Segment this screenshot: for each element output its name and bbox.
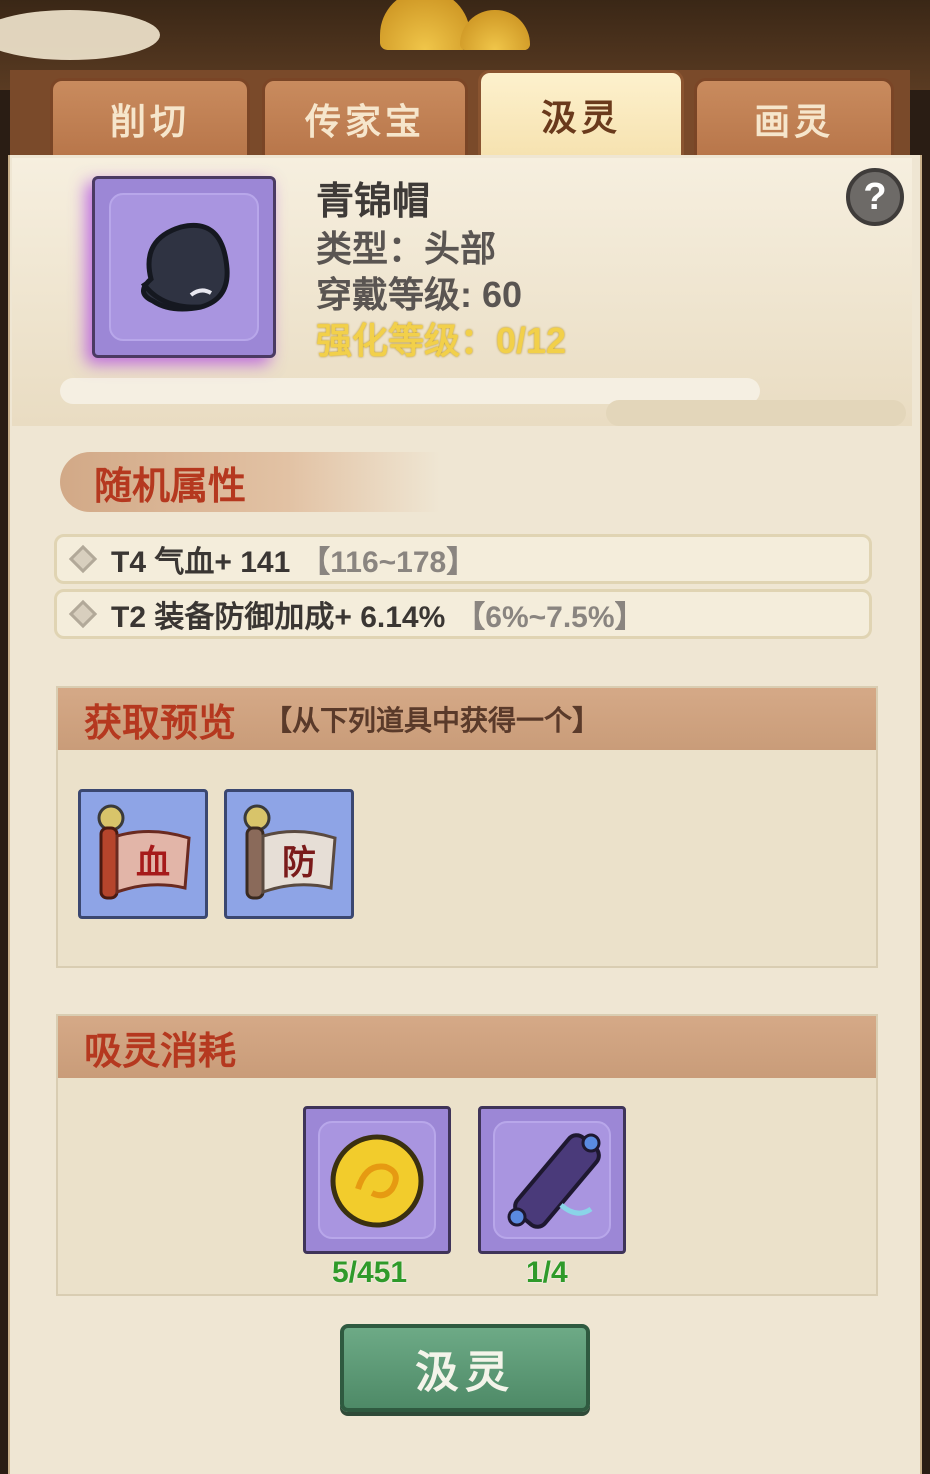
attribute-row: T2 装备防御加成+ 6.14% 【6%~7.5%】 <box>54 589 872 639</box>
ginkgo-leaf-decoration <box>380 0 470 50</box>
preview-title: 获取预览 <box>84 702 237 745</box>
preview-header: 获取预览 【从下列道具中获得一个】 <box>58 688 876 750</box>
defense-scroll-icon: 防 <box>243 804 337 900</box>
cost-item-slot[interactable] <box>478 1106 626 1254</box>
item-type: 类型：头部 <box>316 228 497 269</box>
tab-heirloom[interactable]: 传家宝 <box>262 78 468 156</box>
attribute-text: T4 气血+ 141 <box>111 546 291 579</box>
item-enhance-level: 强化等级：0/12 <box>316 320 567 361</box>
cost-count: 1/4 <box>526 1256 568 1289</box>
tab-absorb-spirit[interactable]: 汲灵 <box>478 70 684 156</box>
preview-subtitle: 【从下列道具中获得一个】 <box>264 705 601 736</box>
cost-box: 吸灵消耗 <box>56 1014 878 1296</box>
blood-scroll-icon: 血 <box>97 804 191 900</box>
diamond-icon <box>68 599 98 629</box>
absorb-spirit-button[interactable]: 汲灵 <box>340 1324 590 1412</box>
cost-title: 吸灵消耗 <box>84 1030 237 1073</box>
preview-item-slot[interactable]: 防 <box>224 789 354 919</box>
diamond-icon <box>68 544 98 574</box>
tab-cut[interactable]: 削切 <box>50 78 250 156</box>
random-attributes-title: 随机属性 <box>60 452 440 512</box>
cost-count: 5/451 <box>332 1256 408 1289</box>
tab-paint-spirit[interactable]: 画灵 <box>694 78 894 156</box>
item-icon-frame[interactable] <box>92 176 276 358</box>
help-icon[interactable]: ? <box>846 168 904 226</box>
ornate-scroll-icon <box>507 1133 601 1229</box>
attribute-row: T4 气血+ 141 【116~178】 <box>54 534 872 584</box>
item-wear-level: 穿戴等级: 60 <box>316 274 523 315</box>
cost-item-slot[interactable] <box>303 1106 451 1254</box>
preview-item-slot[interactable]: 血 <box>78 789 208 919</box>
cloud-line <box>606 400 906 426</box>
gold-orb-icon <box>330 1134 424 1228</box>
cost-header: 吸灵消耗 <box>58 1016 876 1078</box>
attribute-text: T2 装备防御加成+ 6.14% <box>111 601 446 634</box>
defense-char: 防 <box>282 843 316 883</box>
attribute-range: 【6%~7.5%】 <box>455 601 645 634</box>
blood-char: 血 <box>136 843 170 883</box>
black-cap-icon <box>140 222 230 312</box>
item-name: 青锦帽 <box>316 181 431 223</box>
attribute-range: 【116~178】 <box>300 546 477 579</box>
